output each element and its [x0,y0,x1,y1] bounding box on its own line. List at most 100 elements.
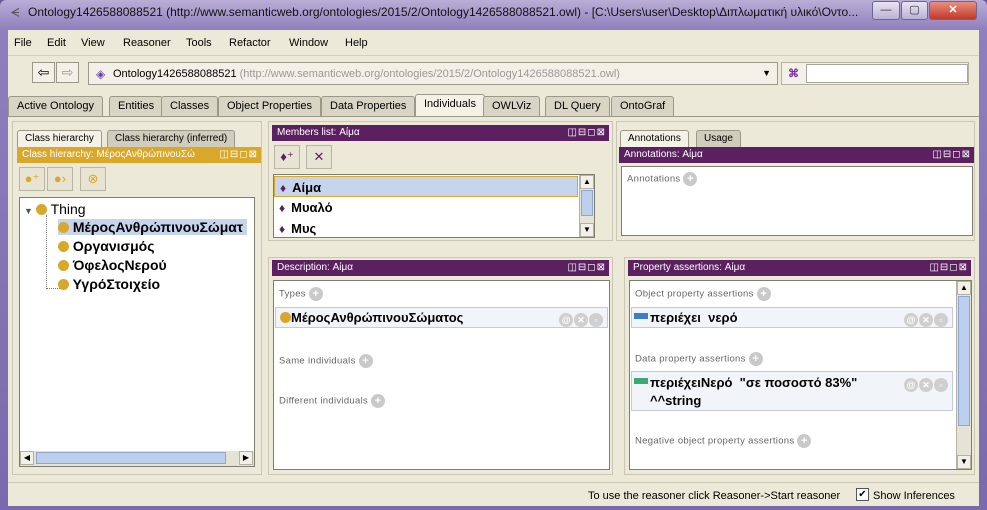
add-individual-button[interactable]: ♦⁺ [274,145,300,169]
menu-window[interactable]: Window [289,37,328,49]
add-negative-object-property-icon[interactable]: + [797,434,812,448]
tree-node-meros[interactable]: ΜέροςΑνθρώπινουΣώματ [58,219,248,235]
add-annotation-icon[interactable]: + [683,172,698,186]
delete-individual-icon: ✕ [313,149,325,164]
description-header: Description: Αίμα ◫⊟◻⊠ [272,260,609,276]
forward-button[interactable]: ⇨ [56,62,79,83]
menu-refactor[interactable]: Refactor [229,37,271,49]
description-content: Types + ΜέροςΑνθρώπινουΣώματος @ ✕ ▫ Same i… [273,280,610,470]
members-vertical-scrollbar[interactable]: ▲ ▼ [579,175,594,237]
member-label: Μυαλό [291,200,333,215]
menu-reasoner[interactable]: Reasoner [123,37,171,49]
class-hierarchy-panel: Class hierarchy Class hierarchy (inferre… [12,121,262,475]
tab-active-ontology[interactable]: Active Ontology [8,96,104,116]
view-controls[interactable]: ◫⊟◻⊠ [932,149,971,161]
annotate-icon[interactable]: @ [904,313,918,327]
menu-edit[interactable]: Edit [47,37,66,49]
menu-help[interactable]: Help [345,37,368,49]
scroll-left-button[interactable]: ◀ [20,451,34,465]
tab-data-properties[interactable]: Data Properties [321,96,416,116]
subtab-class-hierarchy[interactable]: Class hierarchy [17,130,102,147]
type-row[interactable]: ΜέροςΑνθρώπινουΣώματος @ ✕ ▫ [275,307,608,328]
show-inferences-label[interactable]: Show Inferences [873,490,955,502]
dropdown-arrow-icon[interactable]: ▼ [762,68,771,78]
scroll-thumb[interactable] [581,190,593,216]
data-assertion-row[interactable]: περιέχειΝερό "σε ποσοστό 83%" ^^string @… [631,371,953,411]
tab-entities[interactable]: Entities [109,96,164,116]
scroll-right-button[interactable]: ▶ [239,451,253,465]
delete-class-button[interactable]: ⊗ [80,167,106,191]
member-item[interactable]: ♦ Αίμα [274,176,578,197]
property-assertions-panel: Property assertions: Αίμα ◫⊟◻⊠ Object pr… [624,257,975,475]
horizontal-scrollbar[interactable]: ◀ ▶ [20,451,254,466]
subtab-class-hierarchy-inferred[interactable]: Class hierarchy (inferred) [107,130,236,147]
remove-icon[interactable]: ✕ [919,313,933,327]
member-label: Αίμα [292,180,322,195]
add-sibling-icon: ●› [53,171,67,186]
member-item[interactable]: ♦ Μυς [274,218,578,237]
minimize-button[interactable]: — [872,1,900,20]
description-title: Description: Αίμα [277,262,354,273]
scroll-thumb[interactable] [36,452,226,464]
remove-icon[interactable]: ✕ [919,378,933,392]
tab-ontograf[interactable]: OntoGraf [611,96,675,116]
description-panel: Description: Αίμα ◫⊟◻⊠ Types + ΜέροςΑνθρώ… [268,257,613,475]
tab-classes[interactable]: Classes [161,96,219,116]
subtab-annotations[interactable]: Annotations [620,130,689,147]
tree-node-organismos[interactable]: Οργανισμός [58,238,154,254]
scroll-up-button[interactable]: ▲ [580,175,594,189]
annotate-icon[interactable]: @ [904,378,918,392]
add-different-individual-icon[interactable]: + [371,394,386,408]
tree-node-ygro[interactable]: ΥγρόΣτοιχείο [58,276,160,292]
object-assertion-row[interactable]: περιέχει νερό @ ✕ ▫ [631,307,953,328]
back-button[interactable]: ⇦ [32,62,55,83]
menu-tools[interactable]: Tools [186,37,212,49]
types-section-label: Types + [279,287,323,301]
tree-node-label: Οργανισμός [72,238,155,254]
view-controls[interactable]: ◫⊟◻⊠ [567,127,606,139]
tab-owlviz[interactable]: OWLViz [483,96,541,116]
tree-node-ofelos[interactable]: ΌφελοςΝερού [58,257,167,273]
same-individuals-section-label: Same individuals + [279,354,373,368]
members-list-header: Members list: Αίμα ◫⊟◻⊠ [272,125,609,141]
expand-triangle-icon[interactable]: ▼ [24,206,33,216]
scroll-up-button[interactable]: ▲ [957,281,971,295]
property-assertions-title: Property assertions: Αίμα [633,262,746,273]
menu-view[interactable]: View [81,37,105,49]
maximize-button[interactable]: ▢ [901,1,928,20]
add-sibling-class-button[interactable]: ●› [47,167,73,191]
type-label: ΜέροςΑνθρώπινουΣώματος [291,310,464,325]
menu-file[interactable]: File [14,37,32,49]
view-controls[interactable]: ◫⊟◻⊠ [929,262,968,274]
property-vertical-scrollbar[interactable]: ▲ ▼ [956,281,971,469]
delete-individual-button[interactable]: ✕ [306,145,332,169]
scroll-thumb[interactable] [958,296,970,426]
add-data-property-icon[interactable]: + [748,352,763,366]
edit-icon[interactable]: ▫ [934,313,948,327]
tab-dl-query[interactable]: DL Query [545,96,610,116]
view-controls[interactable]: ◫⊟◻⊠ [567,262,606,274]
protege-window: ᗕ Ontology1426588088521 (http://www.sema… [0,0,987,510]
add-same-individual-icon[interactable]: + [358,354,373,368]
subtab-usage[interactable]: Usage [696,130,741,147]
show-inferences-checkbox[interactable]: ✔ [856,488,869,501]
search-input[interactable] [806,64,968,83]
remove-icon[interactable]: ✕ [574,313,588,327]
close-button[interactable]: ✕ [929,1,977,20]
annotations-label: Annotations [627,173,681,185]
annotations-panel: Annotations Usage Annotations: Αίμα ◫⊟◻⊠… [616,121,975,241]
edit-icon[interactable]: ▫ [934,378,948,392]
tab-object-properties[interactable]: Object Properties [218,96,321,116]
add-subclass-button[interactable]: ●⁺ [19,167,45,191]
add-type-icon[interactable]: + [308,287,323,301]
object-property-label: Object property assertions [635,288,754,300]
view-controls[interactable]: ◫⊟◻⊠ [219,149,258,161]
annotate-icon[interactable]: @ [559,313,573,327]
scroll-down-button[interactable]: ▼ [957,455,971,469]
edit-icon[interactable]: ▫ [589,313,603,327]
member-item[interactable]: ♦ Μυαλό [274,197,578,218]
scroll-down-button[interactable]: ▼ [580,223,594,237]
add-object-property-icon[interactable]: + [756,287,771,301]
tab-individuals[interactable]: Individuals [415,94,485,116]
ontology-selector[interactable]: ◈ Ontology1426588088521 (http://www.sema… [88,62,778,85]
